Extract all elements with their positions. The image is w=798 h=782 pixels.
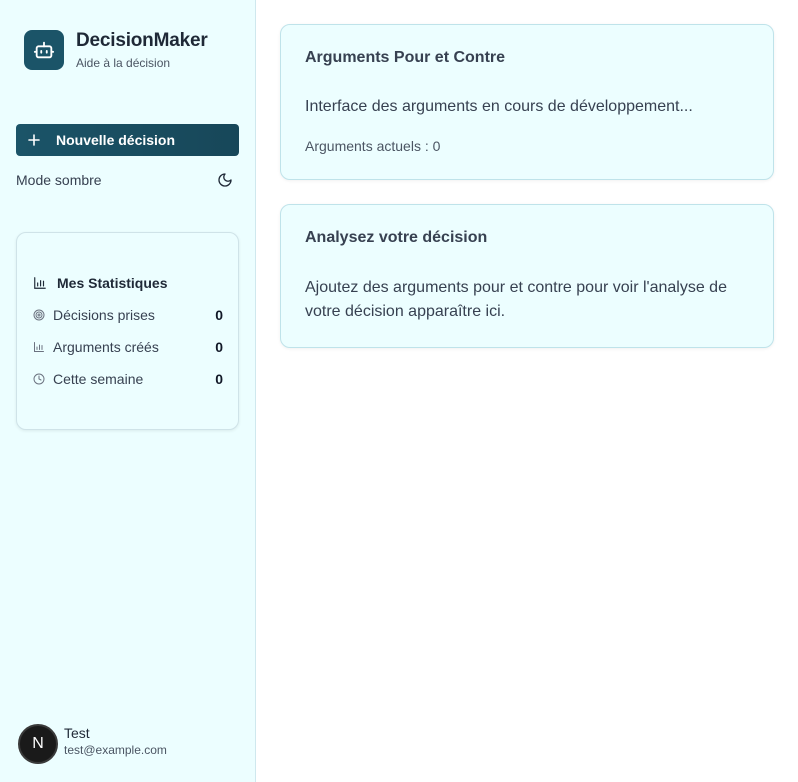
stat-value: 0 xyxy=(215,339,223,355)
bar-chart-icon xyxy=(34,277,46,289)
brand-subtitle: Aide à la décision xyxy=(76,56,171,70)
sidebar: DecisionMaker Aide à la décision Nouvell… xyxy=(0,0,256,782)
brand[interactable]: DecisionMaker Aide à la décision xyxy=(24,30,208,70)
stat-value: 0 xyxy=(215,307,223,323)
user-profile[interactable]: N Test test@example.com xyxy=(18,724,167,764)
stats-title-label: Mes Statistiques xyxy=(57,275,168,291)
arguments-card: Arguments Pour et Contre Interface des a… xyxy=(280,24,774,180)
stat-label: Arguments créés xyxy=(53,339,159,355)
user-name: Test xyxy=(64,725,90,741)
bar-chart-icon xyxy=(34,342,44,352)
moon-icon xyxy=(218,173,232,187)
arguments-count: Arguments actuels : 0 xyxy=(305,138,441,154)
clock-icon xyxy=(33,373,45,385)
robot-icon xyxy=(24,30,64,70)
dark-mode-label: Mode sombre xyxy=(16,172,102,188)
user-email: test@example.com xyxy=(64,743,167,757)
analysis-card-title: Analysez votre décision xyxy=(305,229,488,246)
new-decision-label: Nouvelle décision xyxy=(56,132,176,148)
arguments-card-body: Interface des arguments en cours de déve… xyxy=(305,98,693,115)
stats-card: Mes Statistiques Décisions prises 0 Argu… xyxy=(16,232,239,430)
stat-row-week: Cette semaine 0 xyxy=(33,371,223,387)
avatar: N xyxy=(18,724,58,764)
stat-label: Cette semaine xyxy=(53,371,144,387)
analysis-card-body: Ajoutez des arguments pour et contre pou… xyxy=(305,279,727,320)
brand-title: DecisionMaker xyxy=(76,30,208,51)
arguments-card-title: Arguments Pour et Contre xyxy=(305,49,506,66)
dark-mode-toggle[interactable] xyxy=(211,170,239,190)
target-icon xyxy=(33,309,45,321)
dark-mode-row: Mode sombre xyxy=(16,170,239,190)
plus-icon xyxy=(28,134,40,146)
stat-row-decisions: Décisions prises 0 xyxy=(33,307,223,323)
stat-value: 0 xyxy=(215,371,223,387)
analysis-card: Analysez votre décision Ajoutez des argu… xyxy=(280,204,774,348)
stat-row-arguments: Arguments créés 0 xyxy=(33,339,223,355)
stat-label: Décisions prises xyxy=(53,307,155,323)
stats-title: Mes Statistiques xyxy=(33,275,167,291)
new-decision-button[interactable]: Nouvelle décision xyxy=(16,124,239,156)
